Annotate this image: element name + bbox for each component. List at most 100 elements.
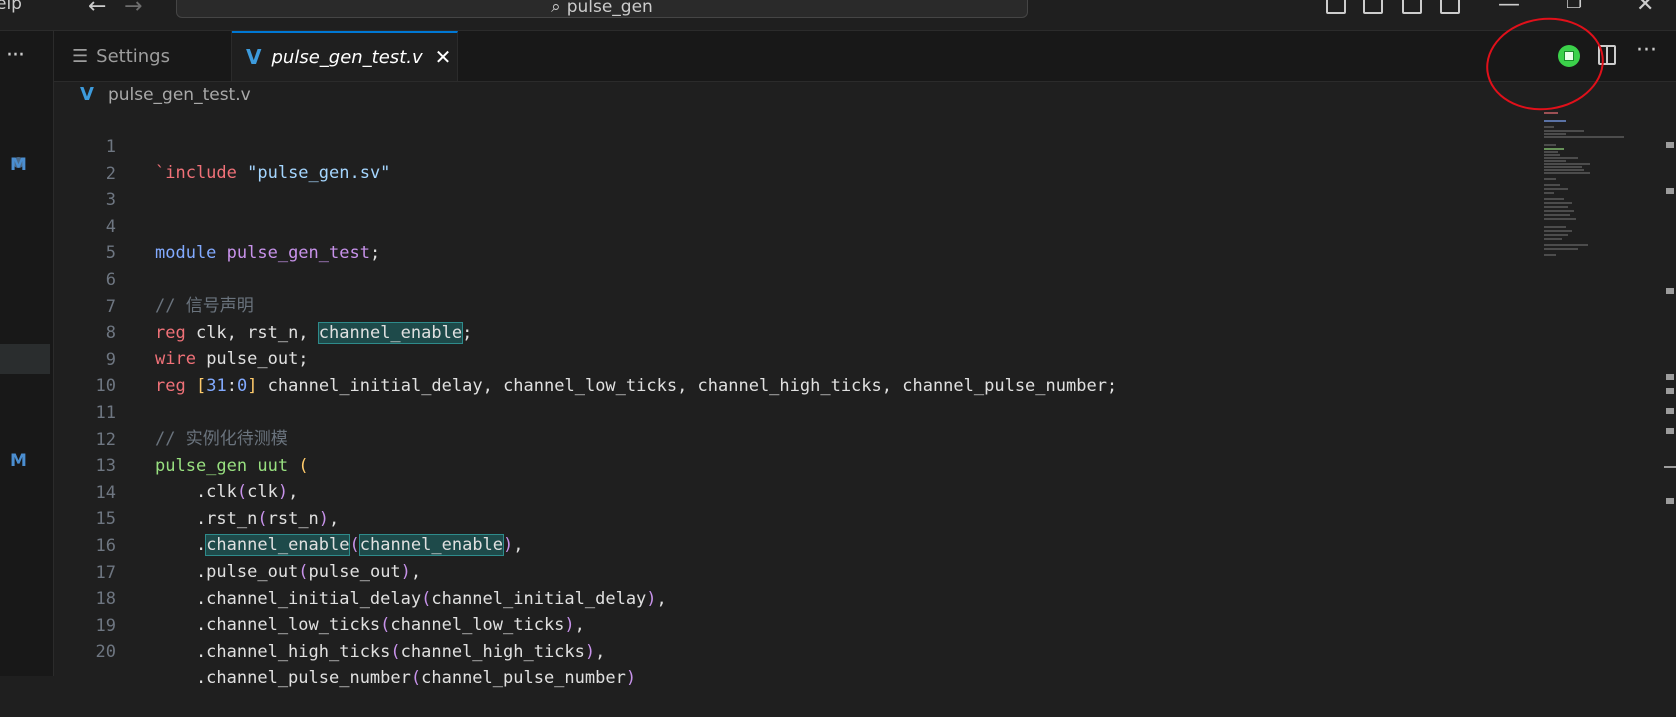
git-modified-badge: M [10,451,27,471]
code-line: 9 reg [31:0] channel_initial_delay, chan… [54,321,1544,396]
tab-settings[interactable]: ☰ Settings [54,31,232,81]
code-line: 5 [54,214,1544,263]
close-window-icon[interactable]: ✕ [1636,0,1654,17]
toggle-panel-icon[interactable] [1363,0,1383,14]
token: .channel_pulse_number [155,668,411,689]
search-icon: ⌕ [551,0,561,17]
code-line: 13 .clk(clk), [54,427,1544,502]
tab-label: pulse_gen_test.v [271,46,423,68]
code-line: 14 .rst_n(rst_n), [54,454,1544,529]
minimap-line [1544,234,1568,236]
scroll-marker [1666,388,1674,394]
scroll-marker [1666,408,1674,414]
minimap-line [1544,198,1564,200]
token: channel_pulse_number [421,668,626,689]
tab-pulse-gen-test[interactable]: V pulse_gen_test.v ✕ [232,31,458,81]
scroll-marker [1666,142,1674,148]
minimap-line [1544,157,1578,159]
more-icon[interactable]: ··· [6,43,25,68]
code-line: 1 `include "pulse_gen.sv" [54,108,1544,183]
tab-label: Settings [96,45,170,67]
code-line: 15 .channel_enable(channel_enable), [54,480,1544,557]
code-editor[interactable]: 1 `include "pulse_gen.sv" 2 3 4 module p… [54,108,1544,688]
code-line: 8 wire pulse_out; [54,294,1544,369]
verilog-icon: V [80,84,94,105]
code-line: 18 .channel_low_ticks(channel_low_ticks)… [54,560,1544,635]
breadcrumb[interactable]: V pulse_gen_test.v [80,84,251,105]
minimap-line [1544,172,1590,174]
token: ( [410,668,422,689]
minimize-icon[interactable]: — [1498,0,1520,17]
code-line: 6 // 信号声明 [54,241,1544,316]
editor-tab-bar: ☰ Settings V pulse_gen_test.v ✕ [54,31,1676,82]
code-line: 3 [54,161,1544,210]
code-line: 4 module pulse_gen_test; [54,188,1544,263]
arrow-left-icon[interactable]: ← [88,0,106,19]
minimap-line [1544,151,1558,153]
code-line: 12 pulse_gen uut ( [54,401,1544,476]
minimap-line [1544,178,1556,180]
customize-layout-icon[interactable] [1440,0,1460,14]
close-icon[interactable]: ✕ [435,45,452,69]
line-number: 20 [95,642,116,663]
code-line: 20 .channel_pulse_number(channel_pulse_n… [54,613,1544,688]
menu-help[interactable]: elp [0,0,22,14]
minimap-line [1544,112,1558,114]
vertical-scrollbar[interactable] [1664,108,1676,676]
scroll-marker [1666,374,1674,380]
minimap-line [1544,160,1566,162]
minimap-line [1544,120,1566,122]
minimap-line [1544,126,1554,128]
code-line: 7 reg clk, rst_n, channel_enable; [54,268,1544,344]
toggle-secondary-sidebar-icon[interactable] [1402,0,1422,14]
more-actions-icon[interactable]: ··· [1636,38,1657,63]
git-modified-badge: M [10,155,27,175]
minimap-line [1544,169,1584,171]
minimap-line [1544,254,1556,256]
code-line: 11 // 实例化待测模 [54,374,1544,449]
scroll-marker [1666,498,1674,504]
verilog-icon: V [246,45,262,69]
minimap-line [1544,130,1584,132]
minimap-line [1544,238,1562,240]
minimap-line [1544,192,1554,194]
minimap-line [1544,148,1564,150]
minimap-line [1544,202,1572,204]
code-line: 10 [54,347,1544,396]
code-line: 2 [54,135,1544,184]
minimap-line [1544,226,1566,228]
scroll-marker [1666,428,1674,434]
settings-icon: ☰ [72,45,89,67]
token: ( [390,641,401,662]
minimap-line [1544,218,1576,220]
toggle-primary-sidebar-icon[interactable] [1326,0,1346,14]
scroll-marker [1664,466,1676,468]
minimap-line [1544,214,1570,216]
minimap[interactable] [1544,108,1660,676]
restore-icon[interactable]: ❐ [1566,0,1582,13]
command-center-text: pulse_gen [566,0,653,17]
minimap-line [1544,244,1588,246]
scroll-marker [1666,288,1674,294]
minimap-line [1544,188,1568,190]
minimap-line [1544,248,1578,250]
minimap-line [1544,163,1590,165]
minimap-line [1544,154,1560,156]
minimap-line [1544,230,1572,232]
code-line: 16 .pulse_out(pulse_out), [54,507,1544,582]
token: , [595,641,606,662]
minimap-line [1544,206,1568,208]
token: ) [584,641,596,662]
token: .channel_high_ticks [155,641,391,662]
command-center-search[interactable]: ⌕ pulse_gen [176,0,1028,18]
token: ) [625,668,637,689]
token: channel_high_ticks [400,641,585,662]
minimap-line [1544,184,1560,186]
minimap-line [1544,166,1582,168]
arrow-right-icon[interactable]: → [124,0,142,19]
minimap-line [1544,210,1574,212]
activity-bar: ··· M M [0,31,54,676]
minimap-line [1544,133,1566,135]
breadcrumb-file[interactable]: pulse_gen_test.v [108,85,251,105]
code-line: 19 .channel_high_ticks(channel_high_tick… [54,587,1544,662]
